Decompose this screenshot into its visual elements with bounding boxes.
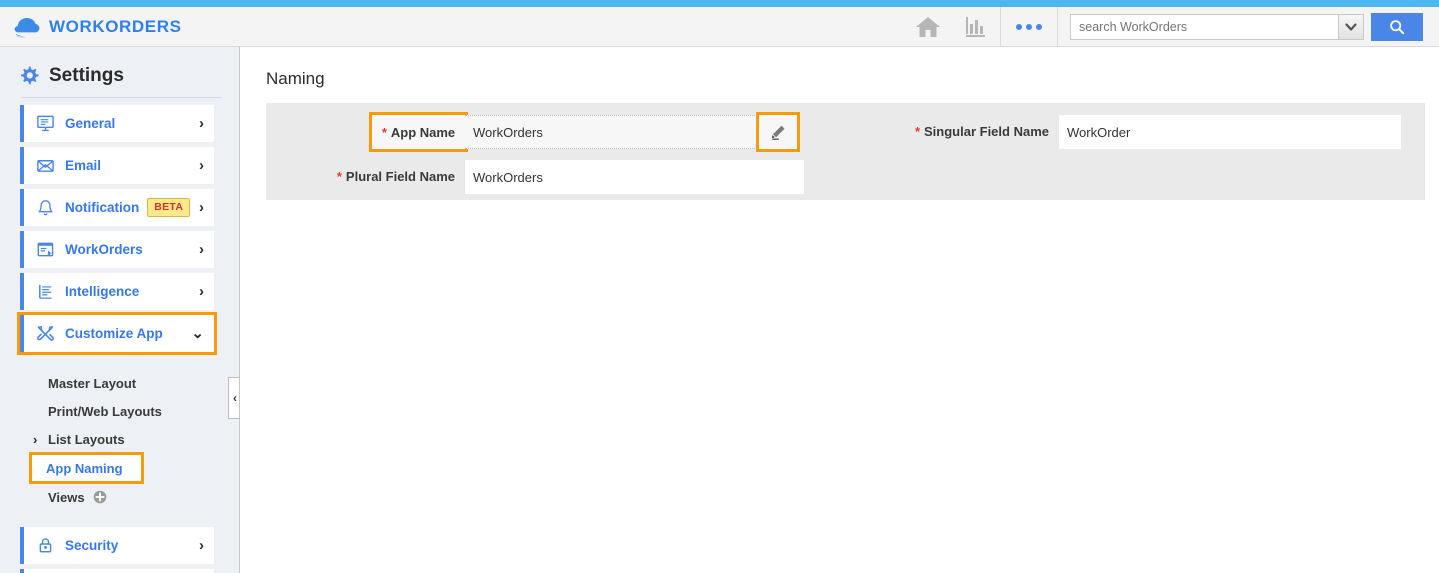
sidebar-item-email[interactable]: Email › (20, 147, 214, 184)
singular-field-name-label-text: Singular Field Name (924, 124, 1049, 139)
sidebar-item-label: Notification (65, 200, 140, 215)
sidebar-item-notification[interactable]: Notification BETA › (20, 189, 214, 226)
field-app-name: * App Name (266, 112, 800, 152)
sidebar-subitem-label: Print/Web Layouts (48, 403, 162, 419)
app-name-edit-button[interactable] (756, 112, 800, 152)
settings-sidebar: Settings General › Email › Notification … (0, 47, 240, 573)
document-cursor-icon (37, 242, 54, 257)
chevron-right-icon: › (199, 157, 204, 174)
chevron-right-icon: › (33, 431, 38, 447)
plus-circle-icon[interactable] (93, 490, 107, 504)
required-marker: * (336, 169, 342, 184)
sidebar-item-label: Security (65, 538, 119, 553)
report-lines-icon (39, 284, 52, 299)
search-area (1070, 12, 1423, 41)
sidebar-subitem-views[interactable]: Views (0, 483, 239, 511)
sidebar-item-workorders[interactable]: WorkOrders › (20, 231, 214, 268)
tools-icon (37, 326, 54, 341)
reports-button[interactable] (952, 7, 1000, 47)
lock-icon (39, 538, 52, 553)
sidebar-subitem-app-naming[interactable]: App Naming (29, 452, 144, 484)
sidebar-item-customize-app[interactable]: Customize App ⌄ (17, 312, 217, 355)
chevron-down-icon (1345, 22, 1357, 31)
sidebar-item-security[interactable]: Security › (20, 527, 214, 564)
sidebar-subitem-label: App Naming (46, 460, 123, 476)
form-row-app-name: *App Name *Singular Field Name (266, 112, 1425, 152)
home-button[interactable] (904, 7, 952, 47)
chevron-right-icon: › (199, 283, 204, 300)
sidebar-item-label: Intelligence (65, 284, 140, 299)
naming-form-panel: *App Name *Singular Field Name (266, 103, 1425, 200)
search-input[interactable] (1070, 13, 1338, 40)
singular-field-name-label: * Singular Field Name (896, 115, 1059, 149)
chevron-right-icon: › (199, 199, 204, 216)
chevron-right-icon: › (199, 115, 204, 132)
sidebar-collapse-handle[interactable]: ‹ (228, 377, 239, 419)
app-header: WORKORDERS (0, 6, 1439, 47)
sidebar-subitem-master-layout[interactable]: Master Layout (0, 369, 239, 397)
magnifier-icon (1390, 19, 1405, 34)
gear-icon (21, 66, 39, 85)
plural-field-name-label: * Plural Field Name (266, 160, 465, 194)
sidebar-item-intelligence[interactable]: Intelligence › (20, 273, 214, 310)
sidebar-subitem-label: Master Layout (48, 375, 137, 391)
ellipsis-icon (1016, 23, 1022, 30)
status-badge: BETA (147, 198, 191, 217)
sidebar-item-api[interactable]: API › (20, 569, 214, 573)
brand[interactable]: WORKORDERS (0, 16, 182, 38)
main-content: Naming * App Name WorkOrders * Singular … (240, 47, 1439, 573)
brand-title: WORKORDERS (49, 16, 182, 36)
home-icon (916, 16, 940, 37)
sidebar-subitem-list-layouts[interactable]: › List Layouts (0, 425, 239, 453)
customize-app-submenu: Master Layout Print/Web Layouts › List L… (0, 360, 239, 511)
sidebar-item-general[interactable]: General › (20, 105, 214, 142)
body: Settings General › Email › Notification … (0, 47, 1439, 573)
envelope-icon (37, 160, 54, 172)
required-marker: * (914, 124, 921, 139)
ellipsis-icon (1036, 23, 1042, 30)
monitor-icon (37, 115, 54, 132)
sidebar-item-label: Customize App (65, 326, 163, 341)
settings-header: Settings (0, 57, 239, 97)
pencil-icon (771, 125, 785, 140)
sidebar-divider (22, 97, 221, 98)
search-button[interactable] (1371, 12, 1423, 41)
plural-field-name-label-text: Plural Field Name (345, 169, 455, 184)
field-plural-field-name: * Plural Field Name (266, 160, 804, 194)
cloud-icon (14, 17, 40, 37)
chevron-right-icon: › (199, 241, 204, 258)
sidebar-subitem-label: Views (48, 489, 85, 505)
app-name-input[interactable] (465, 115, 759, 149)
chevron-down-icon: ⌄ (191, 325, 204, 342)
form-row-plural-field-name: * Plural Field Name (266, 160, 1425, 194)
more-menu-button[interactable] (1001, 7, 1057, 47)
app-name-label-text: App Name (390, 124, 456, 140)
sidebar-item-label: General (65, 116, 116, 131)
settings-title: Settings (49, 65, 124, 86)
app-name-label-highlight: * App Name (369, 112, 468, 152)
ellipsis-icon (1026, 23, 1032, 30)
bar-chart-icon (966, 16, 985, 37)
field-singular-field-name: * Singular Field Name (896, 115, 1401, 149)
header-divider (1057, 6, 1058, 47)
app-name-label: * App Name (382, 125, 455, 140)
header-actions (904, 6, 1439, 47)
singular-field-name-input[interactable] (1059, 115, 1401, 149)
sidebar-item-label: WorkOrders (65, 242, 143, 257)
page-title: Naming (266, 69, 325, 88)
sidebar-subitem-print-web-layouts[interactable]: Print/Web Layouts (0, 397, 239, 425)
chevron-right-icon: › (199, 537, 204, 554)
bell-icon (38, 200, 53, 216)
search-scope-dropdown[interactable] (1338, 13, 1364, 40)
sidebar-item-label: Email (65, 158, 102, 173)
sidebar-subitem-label: List Layouts (48, 431, 125, 447)
plural-field-name-input[interactable] (465, 160, 804, 194)
required-marker: * (381, 124, 387, 140)
